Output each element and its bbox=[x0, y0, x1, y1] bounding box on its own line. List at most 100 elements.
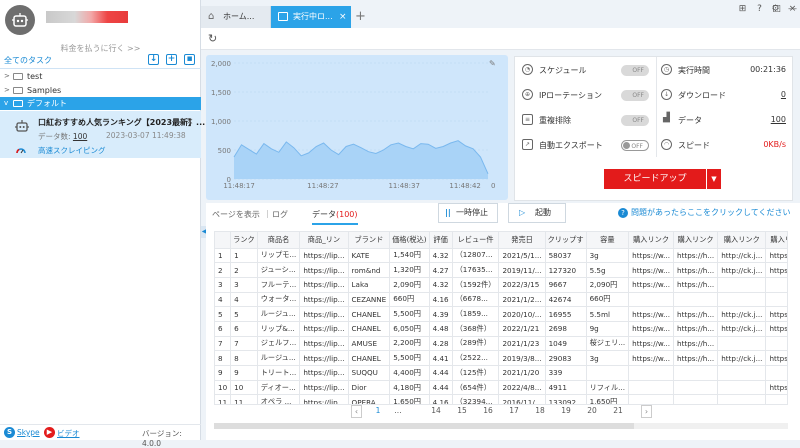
page-number[interactable]: 14 bbox=[429, 406, 443, 415]
ip-rotation-label: IPローテーション bbox=[539, 91, 603, 100]
page-number[interactable]: 19 bbox=[559, 406, 573, 415]
page-number[interactable]: 20 bbox=[585, 406, 599, 415]
tree-item-test[interactable]: > test bbox=[0, 70, 201, 83]
table-row[interactable]: 11 11 オペラ ... https://lip... OPERA 1,650円 4.16… bbox=[215, 394, 787, 404]
video-link[interactable]: ビデオ bbox=[57, 428, 80, 439]
table-row[interactable]: 9 9 トリート... https://lip... SUQQU 4,400円 4.44 （1… bbox=[215, 365, 787, 381]
task-card[interactable]: 口紅おすすめ人気ランキング【2023最新】... × データ数: 100 202… bbox=[0, 111, 205, 158]
table-row[interactable]: 4 4 ウォータ... https://lip... CEZANNE 660円 4.16 （6… bbox=[215, 292, 787, 308]
tab-log[interactable]: ログ bbox=[272, 209, 288, 220]
table-row[interactable]: 7 7 ジェルフ... https://lip... AMUSE 2,200円 4.28 （2… bbox=[215, 336, 787, 352]
avatar[interactable] bbox=[5, 5, 35, 35]
tab-data[interactable]: データ(100) bbox=[312, 209, 358, 225]
skype-icon[interactable]: S bbox=[4, 427, 15, 438]
chevron-right-icon: > bbox=[4, 86, 10, 94]
help-icon[interactable]: ? bbox=[754, 4, 765, 15]
speed-up-button[interactable]: スピードアップ bbox=[604, 169, 706, 189]
column-header[interactable]: 発売日 bbox=[498, 232, 546, 249]
page-number[interactable]: 18 bbox=[533, 406, 547, 415]
table-cell: https://lip... bbox=[299, 277, 349, 293]
tab-home[interactable]: ⌂ ホーム... bbox=[201, 6, 271, 28]
column-header[interactable]: 商品名 bbox=[257, 232, 301, 249]
dedupe-label: 重複排除 bbox=[539, 116, 571, 125]
video-icon[interactable]: ▶ bbox=[44, 427, 55, 438]
page-number[interactable]: 21 bbox=[611, 406, 625, 415]
table-cell: AMUSE bbox=[348, 336, 391, 352]
table-cell: http://ck.j... bbox=[717, 262, 767, 278]
data-count-value[interactable]: 100 bbox=[73, 132, 87, 141]
y-tick-label: 500 bbox=[218, 147, 231, 155]
page-number[interactable]: 16 bbox=[481, 406, 495, 415]
column-header[interactable]: 購入リンク bbox=[628, 232, 675, 249]
column-header[interactable] bbox=[215, 232, 232, 249]
table-cell: 1049 bbox=[545, 336, 587, 352]
data-table: ランク 商品名 商品_リン ブランド 価格(税込) 評価 レビュー件 発売日 クリップす 容量 購入… bbox=[215, 232, 787, 404]
table-cell: https://w... bbox=[765, 321, 787, 337]
column-header[interactable]: 購入リンク bbox=[717, 232, 767, 249]
table-cell: リップ&... bbox=[257, 321, 301, 337]
table-row[interactable]: 2 2 ジューシ... https://lip... rom&nd 1,320円 4.27 （… bbox=[215, 262, 787, 278]
column-header[interactable]: 購入リンク bbox=[673, 232, 719, 249]
new-folder-icon[interactable]: ▪ bbox=[184, 54, 195, 65]
data-panel: ページを表示 | ログ データ(100) || 一時停止 ▷ 起動 ? 問題があっ… bbox=[206, 203, 800, 440]
column-header[interactable]: レビュー件 bbox=[452, 232, 500, 249]
prev-page-button[interactable]: ‹ bbox=[351, 405, 362, 418]
table-cell: 2019/3/8... bbox=[498, 350, 546, 366]
column-header[interactable]: 価格(税込) bbox=[389, 232, 430, 249]
table-row[interactable]: 6 6 リップ&... https://lip... CHANEL 6,050円 4.48 （… bbox=[215, 321, 787, 337]
next-page-button[interactable]: › bbox=[641, 405, 652, 418]
maximize-icon[interactable]: □ bbox=[771, 4, 782, 15]
column-header[interactable]: ブランド bbox=[348, 232, 391, 249]
refresh-icon[interactable]: ↻ bbox=[208, 32, 217, 45]
start-button[interactable]: ▷ 起動 bbox=[508, 203, 566, 223]
add-task-icon[interactable]: + bbox=[166, 54, 177, 65]
table-cell: 4.48 bbox=[429, 321, 453, 337]
edit-icon[interactable]: ✎ bbox=[489, 59, 496, 68]
table-row[interactable]: 10 10 ディオー... https://lip... Dior 4,180円 4.44 （… bbox=[215, 380, 787, 396]
dedupe-toggle[interactable]: OFF bbox=[621, 115, 649, 126]
x-tick-label: 11:48:27 bbox=[307, 182, 338, 190]
table-cell: 4911 bbox=[545, 380, 587, 396]
table-cell: 7 bbox=[230, 336, 258, 352]
gift-icon[interactable]: ⊞ bbox=[737, 4, 748, 15]
data-value[interactable]: 100 bbox=[726, 115, 786, 124]
close-icon[interactable]: × bbox=[186, 117, 194, 127]
window-close-icon[interactable]: × bbox=[787, 4, 798, 15]
chevron-down-icon[interactable]: ▼ bbox=[707, 169, 721, 189]
table-cell: https://w... bbox=[628, 262, 675, 278]
skype-link[interactable]: Skype bbox=[17, 428, 40, 437]
table-cell: rom&nd bbox=[348, 262, 391, 278]
table-row[interactable]: 3 3 フルーテ... https://lip... Laka 2,090円 4.32 （15… bbox=[215, 277, 787, 293]
tree-item-default[interactable]: v デフォルト bbox=[0, 97, 201, 110]
table-cell: 2022/3/15 bbox=[498, 277, 546, 293]
column-header[interactable]: クリップす bbox=[545, 232, 587, 249]
page-number[interactable]: 15 bbox=[455, 406, 469, 415]
download-value[interactable]: 0 bbox=[726, 90, 786, 99]
table-cell bbox=[673, 394, 719, 404]
column-header[interactable]: 購入リンク bbox=[765, 232, 787, 249]
tree-item-samples[interactable]: > Samples bbox=[0, 84, 201, 97]
table-row[interactable]: 5 5 ルージュ... https://lip... CHANEL 5,500円 4.39 （… bbox=[215, 306, 787, 322]
table-row[interactable]: 1 1 リップモ... https://lip... KATE 1,540円 4.32 （12… bbox=[215, 248, 787, 264]
page-number[interactable]: 1 bbox=[371, 406, 385, 415]
auto-export-toggle[interactable]: OFF bbox=[621, 140, 649, 151]
pause-button[interactable]: || 一時停止 bbox=[438, 203, 498, 223]
add-tab-icon[interactable]: + bbox=[355, 6, 366, 28]
tab-running-task[interactable]: 実行中ロ... × bbox=[271, 6, 351, 28]
column-header[interactable]: 容量 bbox=[586, 232, 630, 249]
all-tasks-label[interactable]: 全てのタスク bbox=[4, 55, 52, 66]
column-header[interactable]: 商品_リン bbox=[299, 232, 349, 249]
table-cell: ルージュ... bbox=[257, 306, 301, 322]
table-row[interactable]: 8 8 ルージュ... https://lip... CHANEL 5,500円 4.41 （… bbox=[215, 350, 787, 366]
column-header[interactable]: ランク bbox=[230, 232, 258, 249]
scroll-thumb[interactable] bbox=[214, 423, 634, 429]
ip-rotation-toggle[interactable]: OFF bbox=[621, 90, 649, 101]
horizontal-scrollbar[interactable] bbox=[214, 423, 788, 429]
import-icon[interactable]: ↓ bbox=[148, 54, 159, 65]
page-number[interactable]: 17 bbox=[507, 406, 521, 415]
column-header[interactable]: 評価 bbox=[429, 232, 453, 249]
help-link[interactable]: ? 問題があったらここをクリックしてください bbox=[618, 207, 791, 218]
tab-page-view[interactable]: ページを表示 bbox=[212, 209, 260, 220]
schedule-toggle[interactable]: OFF bbox=[621, 65, 649, 76]
close-icon[interactable]: × bbox=[339, 6, 347, 28]
